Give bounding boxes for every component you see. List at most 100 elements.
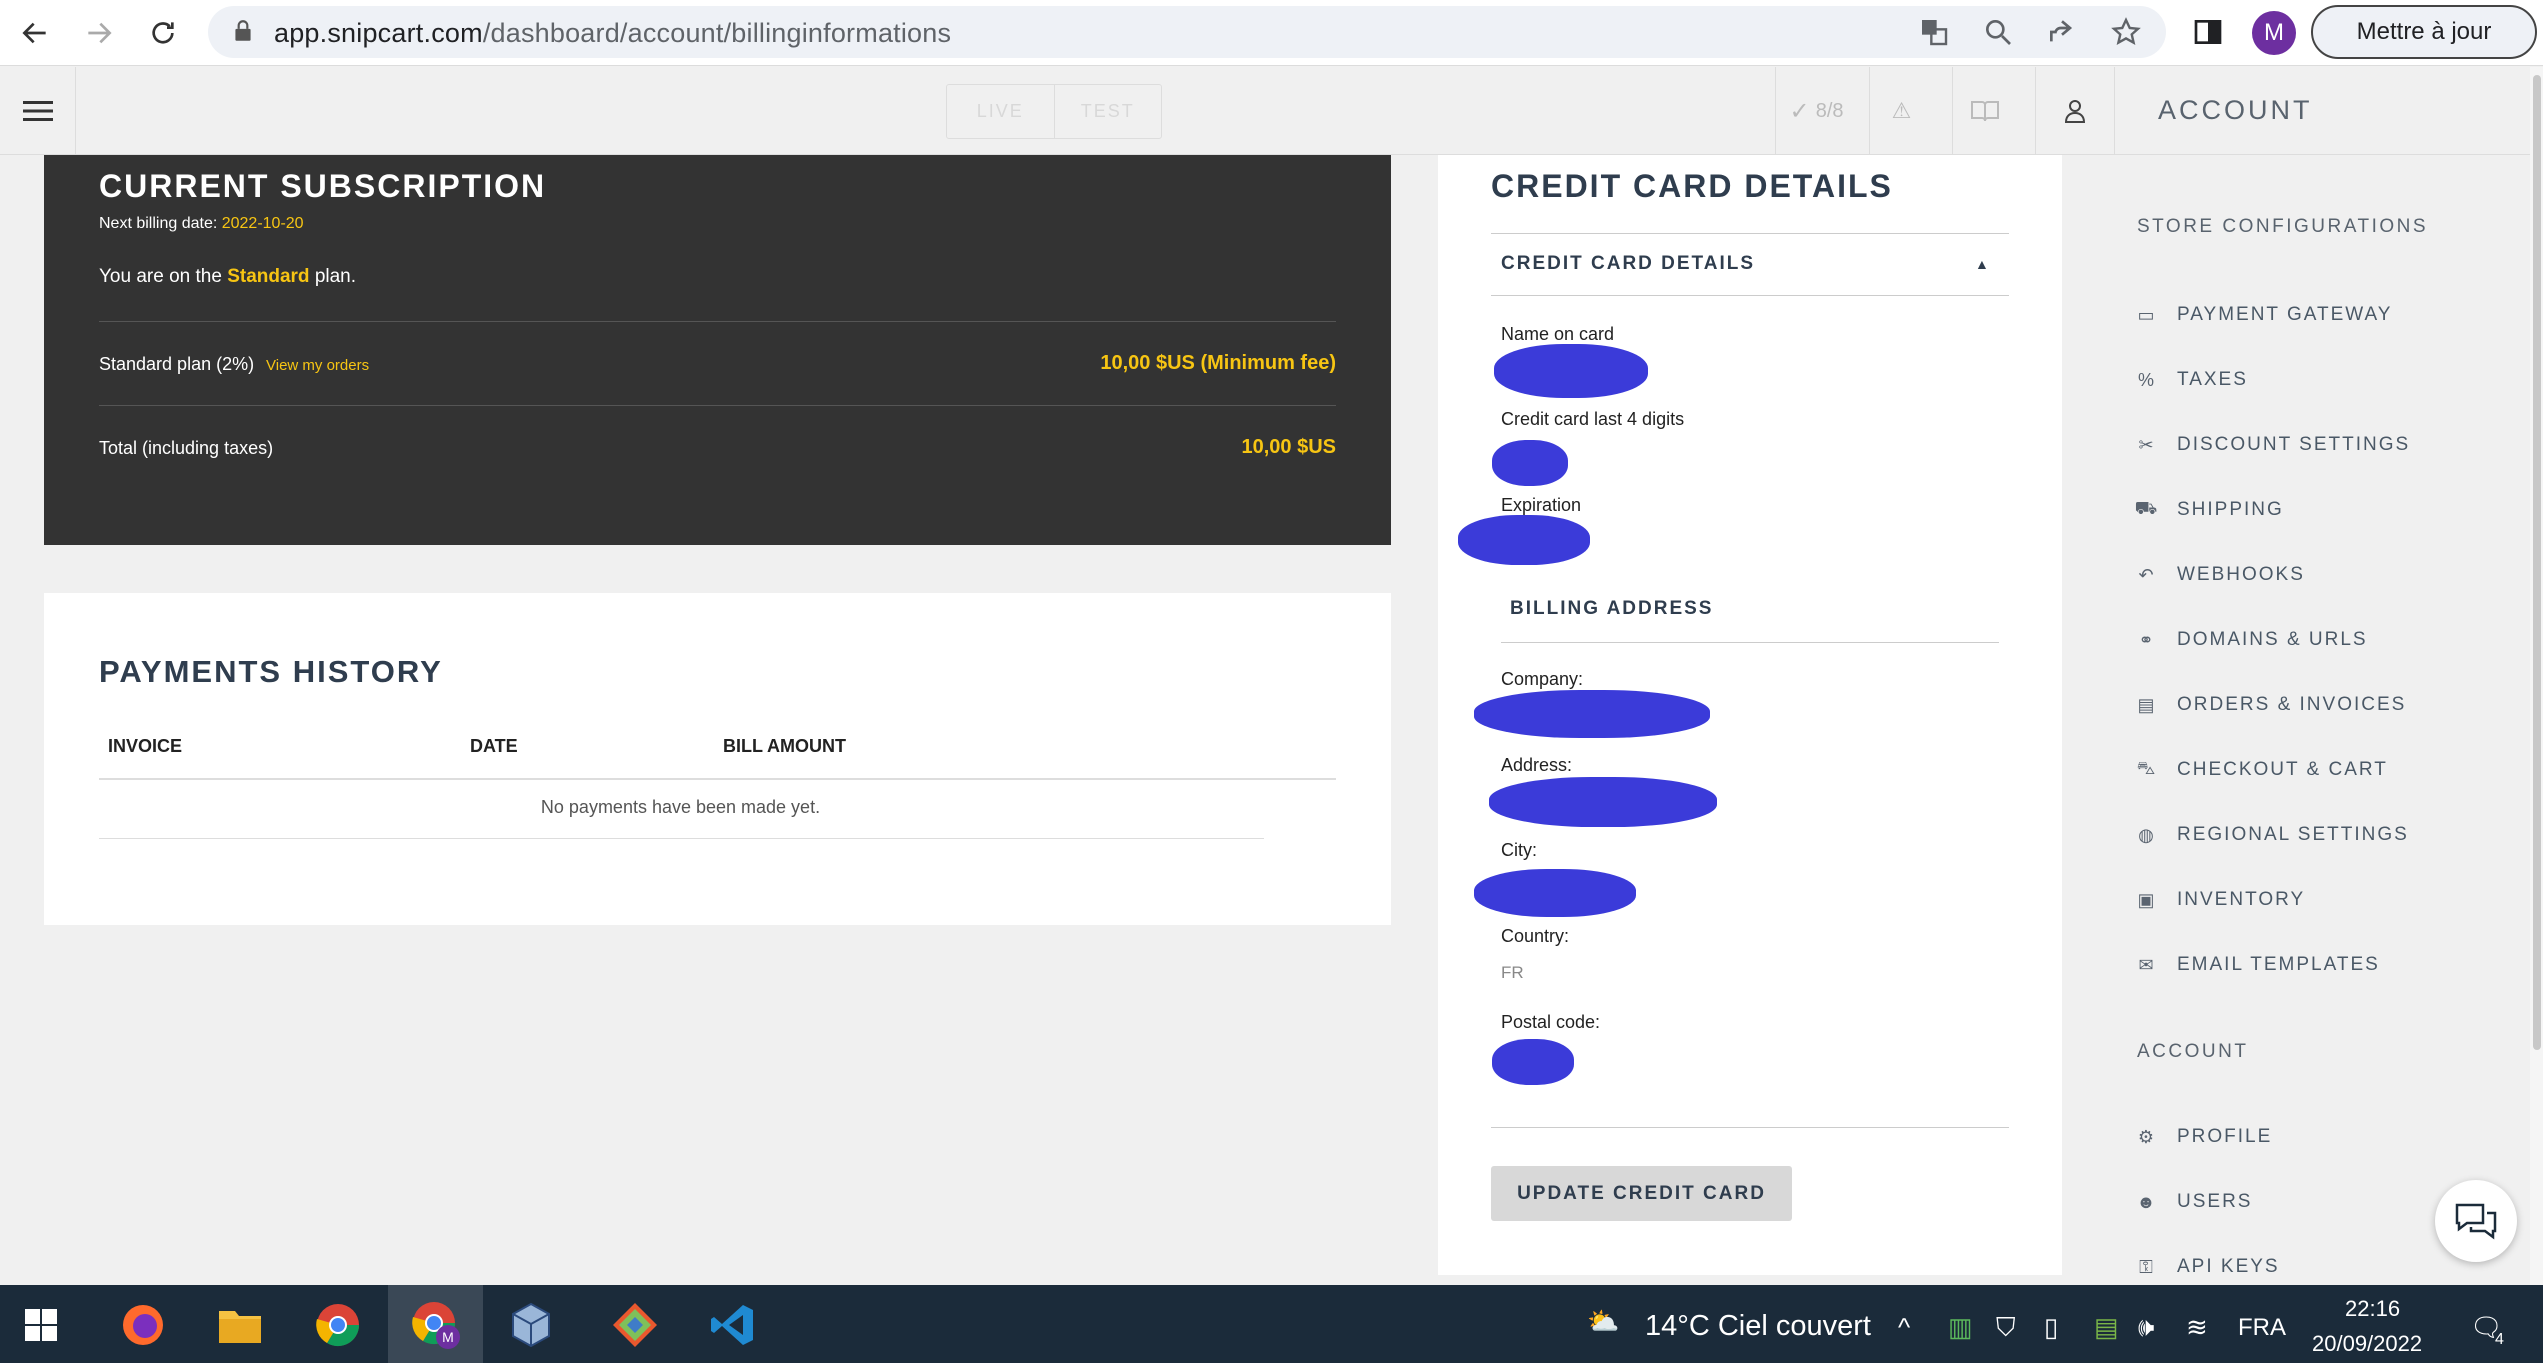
warning-icon: ⚠ — [1891, 98, 1912, 123]
clock-date[interactable]: 20/09/2022 — [2312, 1331, 2422, 1357]
profile-avatar[interactable]: M — [2252, 11, 2296, 55]
reload-button[interactable] — [140, 10, 186, 56]
sidebar-item-taxes[interactable]: % TAXES — [2135, 363, 2515, 397]
payments-title: PAYMENTS HISTORY — [99, 654, 443, 689]
users-icon: ☻ — [2136, 1191, 2156, 1212]
envelope-icon: ✉ — [2138, 954, 2154, 975]
address-bar[interactable]: app.snipcart.com/dashboard/account/billi… — [208, 6, 2166, 58]
country-label: Country: — [1501, 926, 1570, 946]
browser-update-button[interactable]: Mettre à jour — [2311, 5, 2537, 59]
globe-icon: ◍ — [2138, 824, 2154, 845]
sidebar-item-domains[interactable]: ⚭ DOMAINS & URLS — [2135, 623, 2515, 657]
share-icon[interactable] — [2046, 16, 2078, 48]
weather-text[interactable]: 14°C Ciel couvert — [1645, 1310, 1871, 1343]
table-row-divider — [99, 838, 1264, 839]
city-label: City: — [1501, 840, 1537, 860]
scissors-icon: ✂ — [2138, 434, 2154, 455]
checklist-button[interactable]: ✓ 8/8 — [1775, 67, 1857, 155]
table-header-divider — [99, 778, 1336, 780]
next-billing-date: Next billing date: 2022-10-20 — [99, 215, 304, 232]
redacted-digits — [1492, 440, 1568, 486]
postal-code-label: Postal code: — [1501, 1012, 1601, 1032]
docs-button[interactable] — [1952, 67, 2016, 155]
chevron-up-icon[interactable]: ^ — [1898, 1312, 1910, 1343]
column-header-invoice[interactable]: INVOICE — [108, 736, 182, 757]
hamburger-icon — [22, 101, 53, 121]
notifications-icon[interactable]: 🗨4 — [2470, 1312, 2512, 1348]
divider — [1491, 295, 2009, 296]
star-icon[interactable] — [2110, 16, 2142, 48]
cart-icon: ⛍ — [2136, 758, 2156, 778]
column-header-date[interactable]: DATE — [470, 736, 518, 757]
divider — [99, 405, 1336, 406]
taskbar-firefox[interactable] — [108, 1290, 178, 1360]
taskbar-chrome[interactable] — [303, 1290, 373, 1360]
usb-icon[interactable]: ▯ — [2044, 1312, 2058, 1343]
undo-icon: ↶ — [2138, 564, 2154, 585]
link-icon: ⚭ — [2138, 629, 2154, 650]
redacted-company — [1474, 690, 1710, 738]
taskbar-virtualbox[interactable] — [496, 1290, 566, 1360]
gpu-icon[interactable]: ▤ — [2094, 1312, 2119, 1343]
url-text: app.snipcart.com/dashboard/account/billi… — [274, 18, 952, 48]
taskbar-git[interactable] — [600, 1290, 670, 1360]
account-button[interactable] — [2035, 67, 2115, 155]
column-header-amount[interactable]: BILL AMOUNT — [723, 736, 846, 757]
scrollbar-thumb[interactable] — [2533, 75, 2541, 1050]
env-test[interactable]: TEST — [1053, 85, 1162, 138]
vscode-icon — [711, 1305, 753, 1345]
empty-payments-message: No payments have been made yet. — [540, 797, 821, 817]
zoom-icon[interactable] — [1982, 16, 2014, 48]
forward-button[interactable] — [76, 10, 122, 56]
env-live[interactable]: LIVE — [947, 85, 1054, 138]
back-button[interactable] — [12, 10, 58, 56]
firefox-icon — [123, 1305, 163, 1345]
shield-icon[interactable]: ⛉ — [1996, 1312, 2016, 1344]
start-button[interactable] — [6, 1290, 76, 1360]
sidebar-item-email-templates[interactable]: ✉ EMAIL TEMPLATES — [2135, 948, 2515, 982]
taskbar-chrome-profile[interactable]: M — [401, 1290, 471, 1360]
environment-toggle[interactable]: LIVE TEST — [946, 84, 1162, 139]
percent-icon: % — [2137, 369, 2154, 390]
taskbar-explorer[interactable] — [205, 1290, 275, 1360]
folder-icon — [219, 1311, 261, 1343]
speaker-icon[interactable]: 🕪 — [2138, 1312, 2154, 1344]
sidebar-item-shipping[interactable]: ⛟ SHIPPING — [2135, 493, 2515, 527]
update-credit-card-button[interactable]: UPDATE CREDIT CARD — [1491, 1166, 1792, 1221]
sidepanel-icon[interactable] — [2192, 16, 2224, 48]
sidebar-item-profile[interactable]: ⚙ PROFILE — [2135, 1120, 2515, 1154]
menu-button[interactable] — [0, 67, 76, 155]
redacted-name — [1494, 344, 1648, 398]
taskbar-vscode[interactable] — [698, 1290, 768, 1360]
view-orders-link[interactable]: View my orders — [266, 357, 369, 374]
chat-button[interactable] — [2435, 1180, 2517, 1262]
translate-icon[interactable] — [1918, 16, 1950, 48]
sidebar-item-checkout-cart[interactable]: ⛍ CHECKOUT & CART — [2135, 753, 2515, 787]
input-language[interactable]: FRA — [2238, 1314, 2286, 1342]
arrow-left-icon — [22, 22, 46, 44]
redacted-city — [1474, 869, 1636, 917]
os-taskbar — [0, 1285, 2543, 1363]
alerts-button[interactable]: ⚠ — [1869, 67, 1933, 155]
sidebar-item-regional-settings[interactable]: ◍ REGIONAL SETTINGS — [2135, 818, 2515, 852]
sidebar-item-webhooks[interactable]: ↶ WEBHOOKS — [2135, 558, 2515, 592]
truck-icon: ⛟ — [2134, 498, 2158, 518]
sidebar-item-inventory[interactable]: ▣ INVENTORY — [2135, 883, 2515, 917]
box-icon: ▣ — [2137, 889, 2155, 910]
wifi-icon[interactable]: ≋ — [2186, 1312, 2208, 1343]
sidebar-item-discount-settings[interactable]: ✂ DISCOUNT SETTINGS — [2135, 428, 2515, 462]
credit-card-title: CREDIT CARD DETAILS — [1491, 168, 1893, 204]
sidebar-item-payment-gateway[interactable]: ▭ PAYMENT GATEWAY — [2135, 298, 2515, 332]
nvidia-icon[interactable]: ▥ — [1948, 1312, 1973, 1343]
credit-card-section-toggle[interactable]: CREDIT CARD DETAILS — [1501, 253, 1755, 275]
reload-icon — [152, 22, 174, 44]
subscription-card — [44, 155, 1391, 545]
billing-address-title: BILLING ADDRESS — [1510, 598, 1714, 619]
total-label: Total (including taxes) — [99, 438, 274, 458]
sidebar-item-orders-invoices[interactable]: ▤ ORDERS & INVOICES — [2135, 688, 2515, 722]
caret-up-icon[interactable]: ▲ — [1975, 256, 1989, 272]
weather-icon[interactable]: ⛅ — [1587, 1306, 1619, 1337]
chat-bubbles-icon — [2455, 1203, 2497, 1240]
app-header: LIVE TEST ✓ 8/8 ⚠ ACCOUNT — [0, 67, 2543, 155]
clock-time[interactable]: 22:16 — [2345, 1296, 2400, 1322]
